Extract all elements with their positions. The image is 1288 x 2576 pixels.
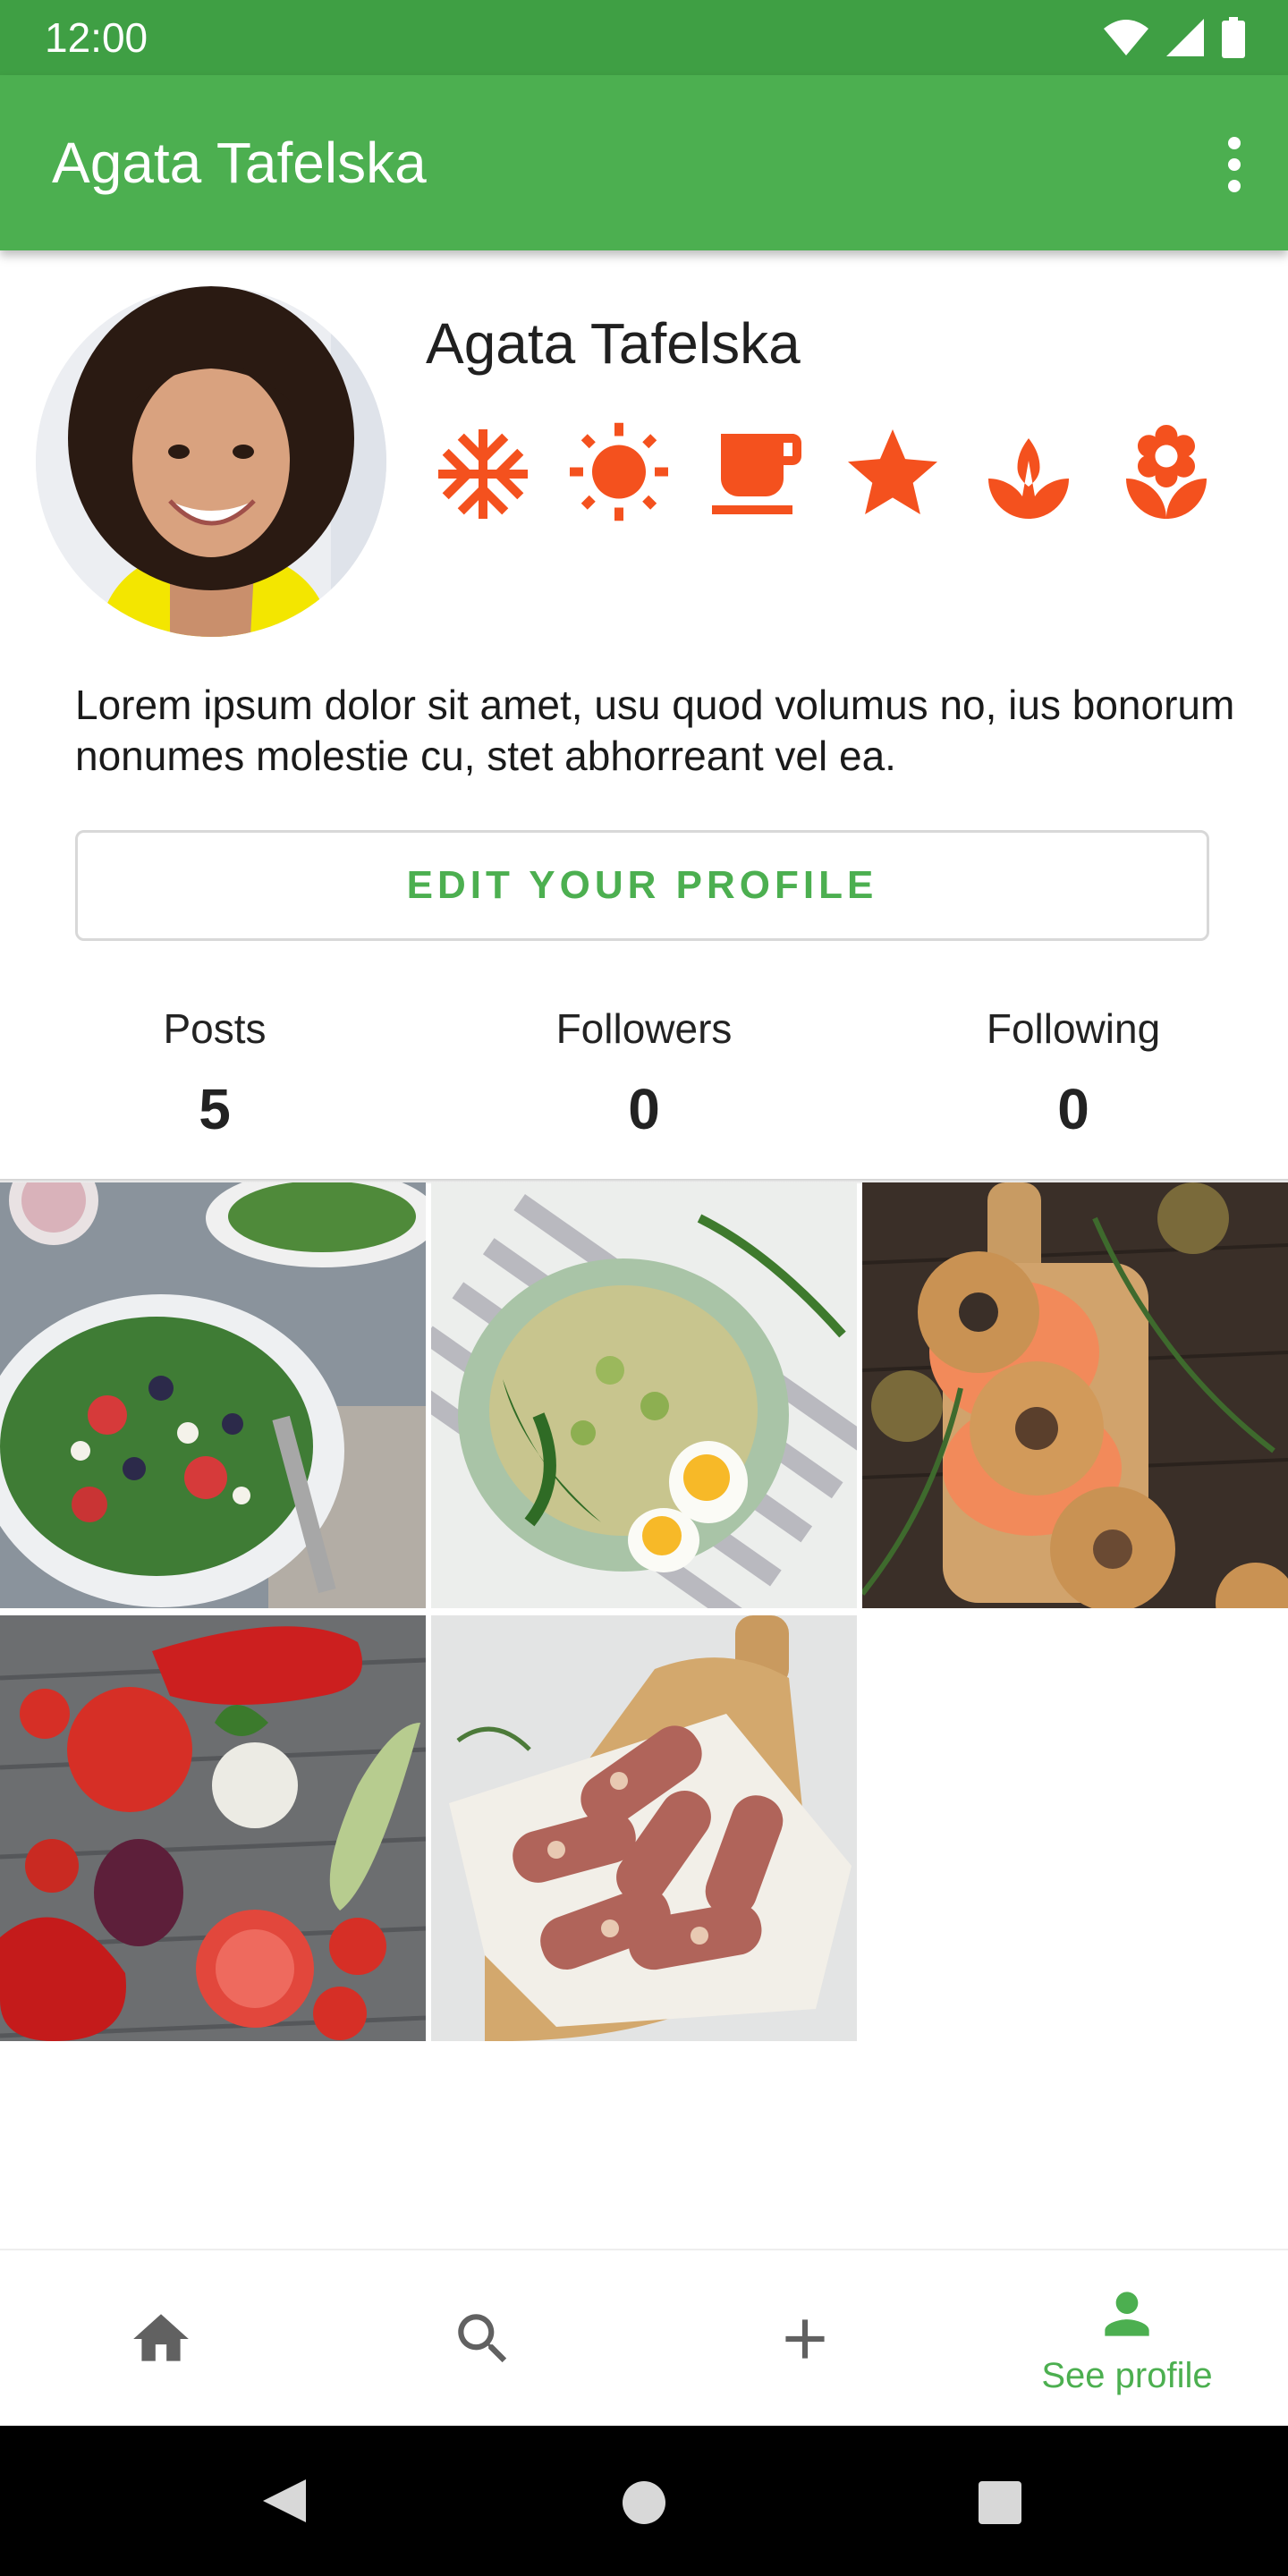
app-bar: Agata Tafelska bbox=[0, 75, 1288, 250]
bottom-navigation: See profile bbox=[0, 2249, 1288, 2428]
stat-value: 5 bbox=[199, 1077, 231, 1141]
status-time: 12:00 bbox=[45, 14, 148, 61]
stat-value: 0 bbox=[628, 1077, 660, 1141]
stat-label: Followers bbox=[555, 1005, 733, 1052]
app-title: Agata Tafelska bbox=[52, 131, 427, 195]
nav-add[interactable] bbox=[644, 2250, 966, 2428]
nav-search[interactable] bbox=[322, 2250, 644, 2428]
sun-icon bbox=[570, 422, 668, 521]
person-icon bbox=[1105, 2292, 1149, 2336]
nav-label-see-profile: See profile bbox=[1041, 2356, 1213, 2395]
star-icon bbox=[848, 429, 937, 514]
search-icon bbox=[458, 2314, 507, 2363]
wifi-icon bbox=[1104, 20, 1148, 55]
stat-value: 0 bbox=[1057, 1077, 1089, 1141]
nav-see-profile[interactable]: See profile bbox=[966, 2250, 1288, 2428]
stat-label: Posts bbox=[163, 1005, 267, 1052]
flower-icon bbox=[1126, 425, 1207, 519]
status-icons bbox=[1104, 16, 1245, 59]
snowflake-icon bbox=[438, 429, 528, 519]
home-icon bbox=[133, 2314, 189, 2361]
post-thumbnail-bacon-rolls[interactable] bbox=[431, 1615, 857, 2041]
back-icon[interactable] bbox=[259, 2476, 309, 2526]
stat-following[interactable]: Following 0 bbox=[859, 993, 1288, 1154]
more-vert-icon[interactable] bbox=[1208, 131, 1261, 199]
tulip-icon bbox=[988, 438, 1069, 519]
stat-followers[interactable]: Followers 0 bbox=[429, 993, 859, 1154]
post-thumbnail-vegetables[interactable] bbox=[0, 1615, 426, 2041]
recents-icon[interactable] bbox=[977, 2479, 1023, 2526]
avatar bbox=[36, 286, 386, 637]
home-circle-icon[interactable] bbox=[621, 2479, 667, 2526]
status-bar: 12:00 bbox=[0, 0, 1288, 75]
nav-home[interactable] bbox=[0, 2250, 322, 2428]
profile-stats: Posts 5 Followers 0 Following 0 bbox=[0, 993, 1288, 1172]
system-navigation-bar bbox=[0, 2426, 1288, 2576]
signal-icon bbox=[1166, 19, 1204, 56]
post-thumbnail-rice-bowl-with-egg[interactable] bbox=[431, 1182, 857, 1608]
edit-profile-button[interactable]: EDIT YOUR PROFILE bbox=[75, 830, 1209, 941]
add-icon bbox=[785, 2319, 825, 2359]
profile-bio: Lorem ipsum dolor sit amet, usu quod vol… bbox=[75, 682, 1235, 779]
coffee-icon bbox=[712, 434, 801, 514]
profile-name: Agata Tafelska bbox=[426, 311, 801, 376]
posts-grid bbox=[0, 1182, 1288, 2041]
stat-label: Following bbox=[986, 1005, 1161, 1052]
post-thumbnail-bagels-with-salmon[interactable] bbox=[862, 1182, 1288, 1608]
post-thumbnail-salad[interactable] bbox=[0, 1182, 426, 1608]
badges-row bbox=[429, 420, 1225, 528]
stat-posts[interactable]: Posts 5 bbox=[0, 993, 429, 1154]
battery-icon bbox=[1222, 17, 1245, 58]
